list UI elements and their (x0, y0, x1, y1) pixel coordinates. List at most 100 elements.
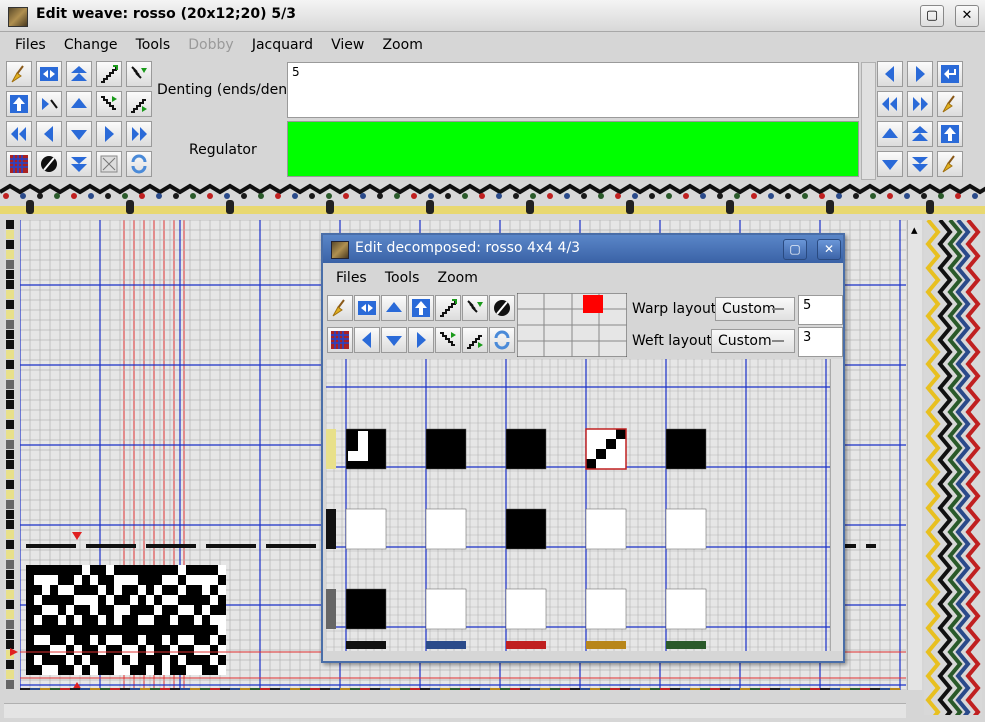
random-button[interactable] (6, 151, 32, 177)
dialog-maximize-button[interactable]: ▢ (783, 239, 807, 260)
double-left-button[interactable] (877, 91, 903, 117)
double-left-button[interactable] (6, 121, 32, 147)
menu-view[interactable]: View (324, 33, 371, 57)
double-left-icon (11, 127, 26, 141)
down-stairs-button[interactable] (435, 327, 461, 353)
shift-button[interactable] (462, 295, 488, 321)
fields-scrollbar[interactable] (861, 62, 876, 180)
down-stairs-icon (440, 332, 456, 346)
random-icon (10, 155, 28, 173)
broom-button[interactable] (937, 151, 963, 177)
right-arrow-button[interactable] (907, 61, 933, 87)
scroll-up-icon[interactable]: ▴ (911, 223, 919, 238)
swap-icon (40, 67, 58, 81)
stairs-button[interactable] (435, 295, 461, 321)
double-right-icon (913, 97, 928, 111)
regulator-field[interactable] (287, 121, 859, 177)
dialog-vertical-scrollbar[interactable] (830, 359, 843, 651)
swap-icon (358, 301, 376, 315)
decompose-preview-grid[interactable] (517, 293, 627, 357)
down-arrow-button[interactable] (381, 327, 407, 353)
down-arrow-button[interactable] (66, 121, 92, 147)
down-arrow-icon (71, 130, 87, 140)
stairs-button[interactable] (96, 61, 122, 87)
down-stairs-icon (101, 96, 117, 110)
left-arrow-button[interactable] (36, 121, 62, 147)
right-arrow-icon (417, 332, 426, 348)
up-stack-button[interactable] (66, 61, 92, 87)
warp-color-border (0, 182, 985, 220)
up-arrow-icon (71, 98, 87, 108)
refresh-button[interactable] (126, 151, 152, 177)
warp-button[interactable] (36, 91, 62, 117)
lift-button[interactable] (408, 295, 434, 321)
lift-button[interactable] (937, 121, 963, 147)
swap-button[interactable] (354, 295, 380, 321)
up-stairs-icon (131, 99, 147, 113)
double-right-button[interactable] (907, 91, 933, 117)
weft-layout-combo[interactable]: Custom (711, 329, 795, 353)
stairs-icon (440, 299, 457, 317)
right-arrow-button[interactable] (408, 327, 434, 353)
up-arrow-button[interactable] (877, 121, 903, 147)
zero-button[interactable] (36, 151, 62, 177)
dialog-close-button[interactable]: ✕ (817, 239, 841, 260)
weft-layout-label: Weft layout (632, 333, 712, 349)
menu-tools[interactable]: Tools (129, 33, 178, 57)
weft-layout-field[interactable]: 3 (798, 327, 843, 357)
lift-button[interactable] (6, 91, 32, 117)
left-arrow-button[interactable] (354, 327, 380, 353)
left-return-button[interactable] (937, 61, 963, 87)
horizontal-scrollbar[interactable] (4, 703, 906, 718)
dialog-menu-files[interactable]: Files (329, 266, 374, 290)
shift-button[interactable] (126, 61, 152, 87)
down-stairs-button[interactable] (96, 91, 122, 117)
double-right-button[interactable] (126, 121, 152, 147)
up-arrow-button[interactable] (66, 91, 92, 117)
up-stack-icon (912, 126, 928, 141)
zero-icon (41, 156, 57, 172)
swap-button[interactable] (36, 61, 62, 87)
menu-change[interactable]: Change (57, 33, 125, 57)
double-down-button[interactable] (66, 151, 92, 177)
weft-color-strip (4, 220, 18, 690)
decomposed-grid[interactable] (326, 359, 830, 651)
menu-jacquard[interactable]: Jacquard (245, 33, 320, 57)
broom-button[interactable] (6, 61, 32, 87)
warp-layout-label: Warp layout (632, 301, 717, 317)
down-arrow-button[interactable] (877, 151, 903, 177)
broom-button[interactable] (937, 91, 963, 117)
double-down-button[interactable] (907, 151, 933, 177)
menu-zoom[interactable]: Zoom (375, 33, 429, 57)
zero-button[interactable] (489, 295, 515, 321)
close-button[interactable]: ✕ (955, 5, 979, 27)
denting-label: Denting (ends/dent) (157, 82, 299, 98)
up-arrow-icon (386, 302, 402, 312)
dialog-menu-tools[interactable]: Tools (378, 266, 427, 290)
clear-icon (100, 155, 118, 173)
up-arrow-button[interactable] (381, 295, 407, 321)
right-arrow-button[interactable] (96, 121, 122, 147)
broom-button[interactable] (327, 295, 353, 321)
window-title: Edit weave: rosso (20x12;20) 5/3 (36, 6, 296, 22)
up-stack-button[interactable] (907, 121, 933, 147)
warp-layout-field[interactable]: 5 (798, 295, 843, 325)
clear-button[interactable] (96, 151, 122, 177)
denting-field[interactable]: 5 (287, 62, 859, 118)
maximize-button[interactable]: ▢ (920, 5, 944, 27)
dialog-menu-zoom[interactable]: Zoom (431, 266, 485, 290)
up-stairs-icon (467, 335, 483, 349)
refresh-button[interactable] (489, 327, 515, 353)
vertical-scrollbar[interactable]: ▴ (907, 220, 922, 690)
menu-files[interactable]: Files (8, 33, 53, 57)
broom-icon (11, 65, 24, 83)
up-stairs-button[interactable] (462, 327, 488, 353)
lift-icon (941, 125, 959, 143)
random-button[interactable] (327, 327, 353, 353)
double-right-icon (132, 127, 147, 141)
double-down-icon (71, 157, 87, 172)
warp-layout-combo[interactable]: Custom (715, 297, 795, 321)
up-stairs-button[interactable] (126, 91, 152, 117)
left-arrow-button[interactable] (877, 61, 903, 87)
lift-icon (412, 299, 430, 317)
